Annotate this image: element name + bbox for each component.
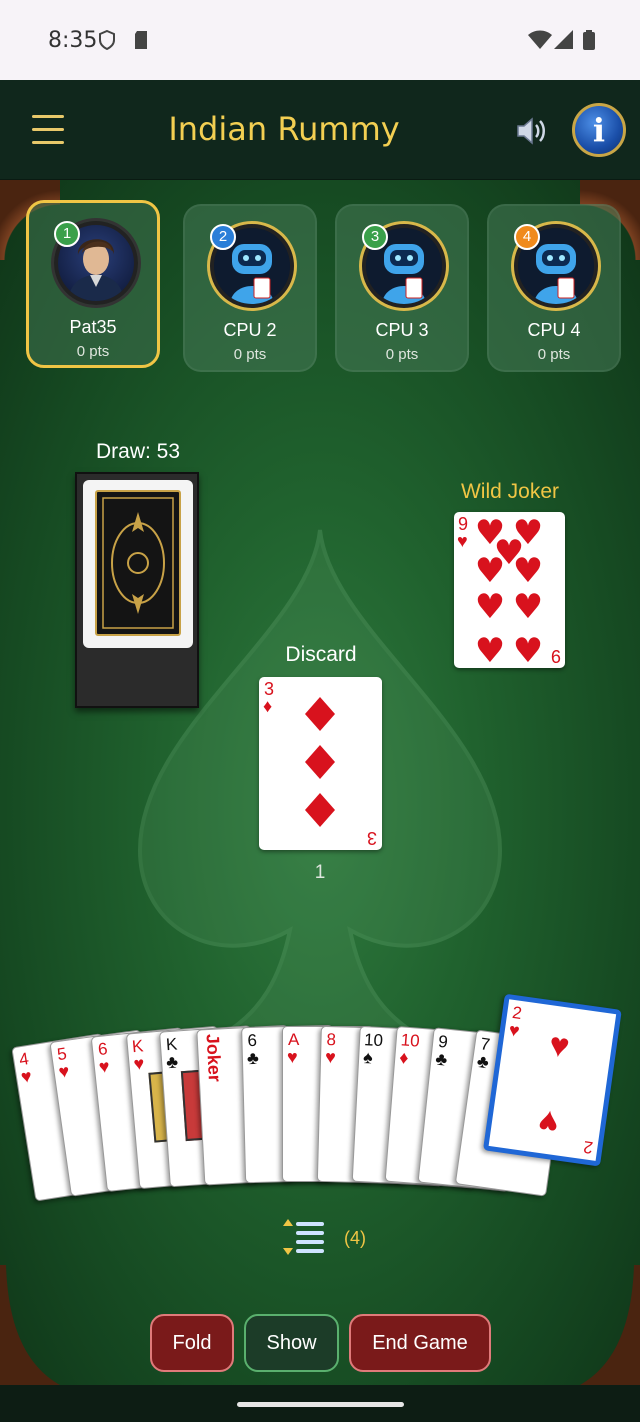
player-name: CPU 4 [527, 320, 581, 340]
club-icon: ♣ [475, 1050, 491, 1073]
player-points: 0 pts [233, 346, 267, 363]
heart-icon: ♥ [287, 1047, 298, 1067]
club-icon: ♣ [434, 1048, 449, 1070]
player-card-4[interactable]: 4 CPU 4 0 pts [487, 204, 621, 372]
wifi-icon [528, 30, 552, 49]
player-points: 0 pts [537, 346, 571, 363]
card-rank-bottom: 3 [366, 828, 377, 848]
discard-count: 1 [314, 862, 326, 883]
hand-card-14-selected[interactable]: 2 ♥ ♥ ♥ 2 [482, 993, 622, 1167]
discard-label: Discard [285, 643, 357, 666]
sd-card-icon [135, 31, 147, 49]
svg-text:♥: ♥ [475, 631, 505, 668]
info-button[interactable]: i [572, 103, 626, 157]
speaker-icon[interactable] [514, 114, 548, 148]
svg-text:♥: ♥ [475, 587, 505, 627]
player-rank-badge: 1 [54, 221, 80, 247]
heart-icon: ♥ [19, 1065, 34, 1088]
player-points: 0 pts [76, 343, 110, 360]
player-name: Pat35 [69, 317, 117, 337]
heart-icon: ♥ [507, 1019, 521, 1041]
card-pips: ♥ ♥ ♥ ♥ ♥ ♥ ♥ ♥ ♥ [475, 513, 543, 668]
heart-icon: ♥ [57, 1060, 71, 1083]
card-pips [305, 697, 335, 827]
player-rank-badge: 3 [362, 224, 388, 250]
svg-text:♥: ♥ [513, 631, 543, 668]
status-bar: 8:35 [0, 0, 640, 80]
sort-icon[interactable] [282, 1217, 328, 1257]
draw-pile[interactable] [75, 472, 199, 708]
discard-pile[interactable]: 3 ♦ 3 [259, 677, 382, 850]
player-name: CPU 3 [375, 320, 429, 340]
sort-count: (4) [344, 1228, 366, 1248]
heart-icon: ♥ [324, 1046, 337, 1068]
wild-joker-label: Wild Joker [460, 480, 560, 503]
home-gesture-handle[interactable] [237, 1402, 404, 1407]
battery-icon [583, 30, 595, 50]
joker-label: Joker [202, 1033, 226, 1083]
player-card-1[interactable]: 1 Pat35 0 pts [26, 200, 160, 368]
fold-button[interactable]: Fold [150, 1314, 234, 1372]
club-icon: ♣ [246, 1047, 259, 1069]
signal-icon [554, 30, 573, 49]
svg-text:♥: ♥ [475, 551, 505, 591]
diamond-icon: ♦ [398, 1047, 410, 1068]
heart-icon: ♥ [535, 1101, 562, 1143]
player-name: CPU 2 [223, 320, 277, 340]
player-card-2[interactable]: 2 CPU 2 0 pts [183, 204, 317, 372]
heart-icon: ♥ [97, 1056, 111, 1078]
wild-joker-card: 9 ♥ ♥ ♥ ♥ ♥ ♥ ♥ ♥ ♥ ♥ 9 [454, 512, 565, 668]
card-back-pattern [95, 490, 181, 636]
card-rank-bottom: 2 [581, 1137, 594, 1158]
card-back [83, 480, 193, 648]
player-rank-badge: 2 [210, 224, 236, 250]
shield-icon [99, 30, 115, 50]
card-rank-bottom: 9 [550, 646, 561, 666]
game-table: 1 Pat35 0 pts 2 CPU 2 0 pts 3 CPU 3 0 pt… [0, 180, 640, 1385]
app-root: 8:35 Indian Rummy i 1 Pat35 0 pts 2 CPU … [0, 0, 640, 1422]
player-rank-badge: 4 [514, 224, 540, 250]
status-time: 8:35 [48, 28, 98, 53]
player-card-3[interactable]: 3 CPU 3 0 pts [335, 204, 469, 372]
spade-icon: ♠ [362, 1047, 374, 1068]
player-points: 0 pts [385, 346, 419, 363]
club-icon: ♣ [165, 1051, 179, 1073]
page-title: Indian Rummy [168, 110, 400, 148]
heart-icon: ♥ [546, 1025, 572, 1066]
svg-text:♥: ♥ [513, 587, 543, 627]
end-game-button[interactable]: End Game [349, 1314, 491, 1372]
info-icon: i [592, 111, 606, 149]
draw-pile-label: Draw: 53 [95, 440, 181, 463]
show-button[interactable]: Show [244, 1314, 339, 1372]
heart-icon: ♥ [132, 1053, 146, 1075]
system-nav-bar [0, 1385, 640, 1422]
svg-text:♥: ♥ [513, 551, 543, 591]
